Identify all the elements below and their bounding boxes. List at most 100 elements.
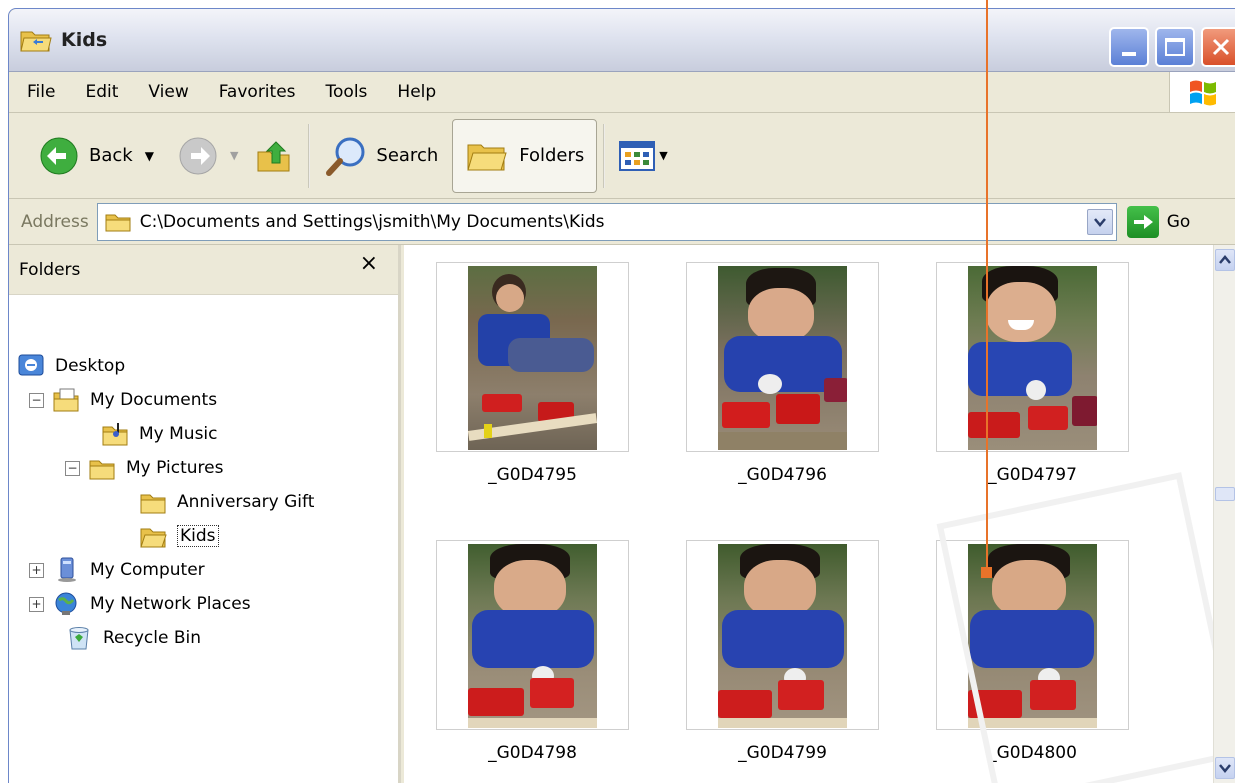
expand-icon[interactable]: + (29, 596, 44, 612)
tree-item-anniversary-gift[interactable]: Anniversary Gift (139, 487, 314, 517)
file-thumbnail[interactable] (936, 262, 1129, 452)
tree-label: Recycle Bin (103, 628, 202, 648)
address-input[interactable]: C:\Documents and Settings\jsmith\My Docu… (96, 202, 1117, 241)
minimize-icon (1122, 52, 1136, 56)
menu-tools[interactable]: Tools (326, 82, 368, 102)
tree-item-my-pictures[interactable]: − My Pictures (65, 453, 223, 483)
go-arrow-icon (1126, 205, 1159, 238)
callout-line (986, 0, 988, 572)
file-view: _G0D4795 _G0D4796 _G0D4797 _G0D4798 _G0D… (404, 245, 1235, 783)
maximize-button[interactable] (1155, 27, 1195, 67)
photo-image (718, 544, 847, 728)
photo-image (468, 266, 597, 450)
minimize-button[interactable] (1109, 27, 1149, 67)
scroll-thumb[interactable] (1215, 487, 1235, 501)
search-button[interactable]: Search (316, 121, 446, 191)
forward-dropdown-icon[interactable]: ▼ (230, 149, 238, 162)
menu-edit[interactable]: Edit (85, 82, 118, 102)
address-path: C:\Documents and Settings\jsmith\My Docu… (139, 211, 605, 232)
file-thumbnail[interactable] (436, 262, 629, 452)
folders-pane-header: Folders × (9, 245, 398, 295)
recycle-bin-icon (65, 625, 93, 651)
file-thumbnail[interactable] (436, 540, 629, 730)
network-places-icon (52, 591, 80, 617)
open-folder-icon (139, 523, 167, 549)
close-button[interactable] (1201, 27, 1235, 67)
tree-label: My Pictures (126, 458, 224, 478)
go-button[interactable]: Go (1126, 205, 1191, 238)
expand-icon[interactable]: + (29, 562, 44, 578)
menu-help[interactable]: Help (397, 82, 436, 102)
tree-label: My Network Places (90, 594, 251, 614)
file-name[interactable]: _G0D4795 (436, 465, 629, 485)
address-bar: Address C:\Documents and Settings\jsmith… (9, 199, 1235, 245)
file-name[interactable]: _G0D4799 (686, 743, 879, 763)
file-name[interactable]: _G0D4797 (936, 465, 1129, 485)
tree-label: My Computer (90, 560, 205, 580)
file-name[interactable]: _G0D4798 (436, 743, 629, 763)
windows-logo-icon (1169, 72, 1235, 112)
chevron-down-icon (1219, 764, 1231, 773)
tree-label: Anniversary Gift (177, 492, 315, 512)
chevron-down-icon (1093, 217, 1106, 227)
back-button[interactable]: Back ▼ (31, 121, 162, 191)
my-documents-icon (52, 387, 80, 413)
tree-item-my-network-places[interactable]: + My Network Places (29, 589, 251, 619)
close-icon (1212, 38, 1230, 56)
music-folder-icon (101, 421, 129, 447)
folders-icon (467, 144, 507, 170)
tree-item-my-documents[interactable]: − My Documents (29, 385, 217, 415)
tree-item-desktop[interactable]: Desktop (17, 351, 125, 381)
address-label: Address (21, 211, 89, 232)
my-computer-icon (52, 557, 80, 583)
folders-button[interactable]: Folders (452, 118, 598, 193)
tree-item-my-computer[interactable]: + My Computer (29, 555, 205, 585)
title-bar[interactable]: Kids (9, 9, 1235, 72)
folders-pane: Folders × Desktop − My Documents My Musi… (9, 245, 401, 783)
folder-icon (88, 455, 116, 481)
views-button[interactable]: ▼ (611, 121, 675, 191)
search-icon (326, 137, 365, 176)
vertical-scrollbar[interactable] (1213, 245, 1235, 783)
photo-image (468, 544, 597, 728)
address-dropdown-button[interactable] (1086, 208, 1113, 235)
tree-item-recycle-bin[interactable]: Recycle Bin (65, 623, 201, 653)
callout-marker (981, 567, 992, 578)
file-thumbnail[interactable] (686, 540, 879, 730)
scroll-down-button[interactable] (1215, 757, 1235, 779)
collapse-icon[interactable]: − (29, 392, 44, 408)
go-label: Go (1166, 211, 1191, 232)
folders-pane-title: Folders (19, 259, 81, 280)
menu-file[interactable]: File (27, 82, 55, 102)
forward-button[interactable]: ▼ (170, 121, 246, 191)
folders-label: Folders (519, 145, 585, 166)
forward-arrow-icon (179, 137, 217, 174)
tree-item-my-music[interactable]: My Music (101, 419, 218, 449)
folder-icon (19, 26, 53, 54)
toolbar-separator (308, 123, 311, 188)
up-folder-button[interactable] (246, 121, 302, 191)
scroll-up-button[interactable] (1215, 249, 1235, 271)
maximize-icon (1165, 38, 1185, 56)
views-icon (619, 140, 656, 171)
views-dropdown-icon[interactable]: ▼ (659, 149, 667, 162)
tree-label: Desktop (55, 356, 126, 376)
file-thumbnail[interactable] (686, 262, 879, 452)
explorer-window: Kids File Edit View Favorites Tools Help… (8, 8, 1235, 783)
tree-label-selected: Kids (177, 525, 219, 547)
chevron-up-icon (1219, 255, 1231, 264)
menu-favorites[interactable]: Favorites (219, 82, 296, 102)
folder-icon (105, 214, 131, 231)
tree-label: My Documents (90, 390, 218, 410)
close-pane-icon[interactable]: × (360, 251, 378, 276)
tree-item-kids[interactable]: Kids (139, 521, 219, 551)
toolbar-separator (603, 123, 606, 188)
menu-view[interactable]: View (148, 82, 188, 102)
back-label: Back (89, 145, 133, 166)
back-dropdown-icon[interactable]: ▼ (145, 149, 154, 163)
collapse-icon[interactable]: − (65, 460, 80, 476)
file-name[interactable]: _G0D4796 (686, 465, 879, 485)
photo-image (718, 266, 847, 450)
back-arrow-icon (40, 137, 78, 174)
search-label: Search (376, 145, 439, 166)
